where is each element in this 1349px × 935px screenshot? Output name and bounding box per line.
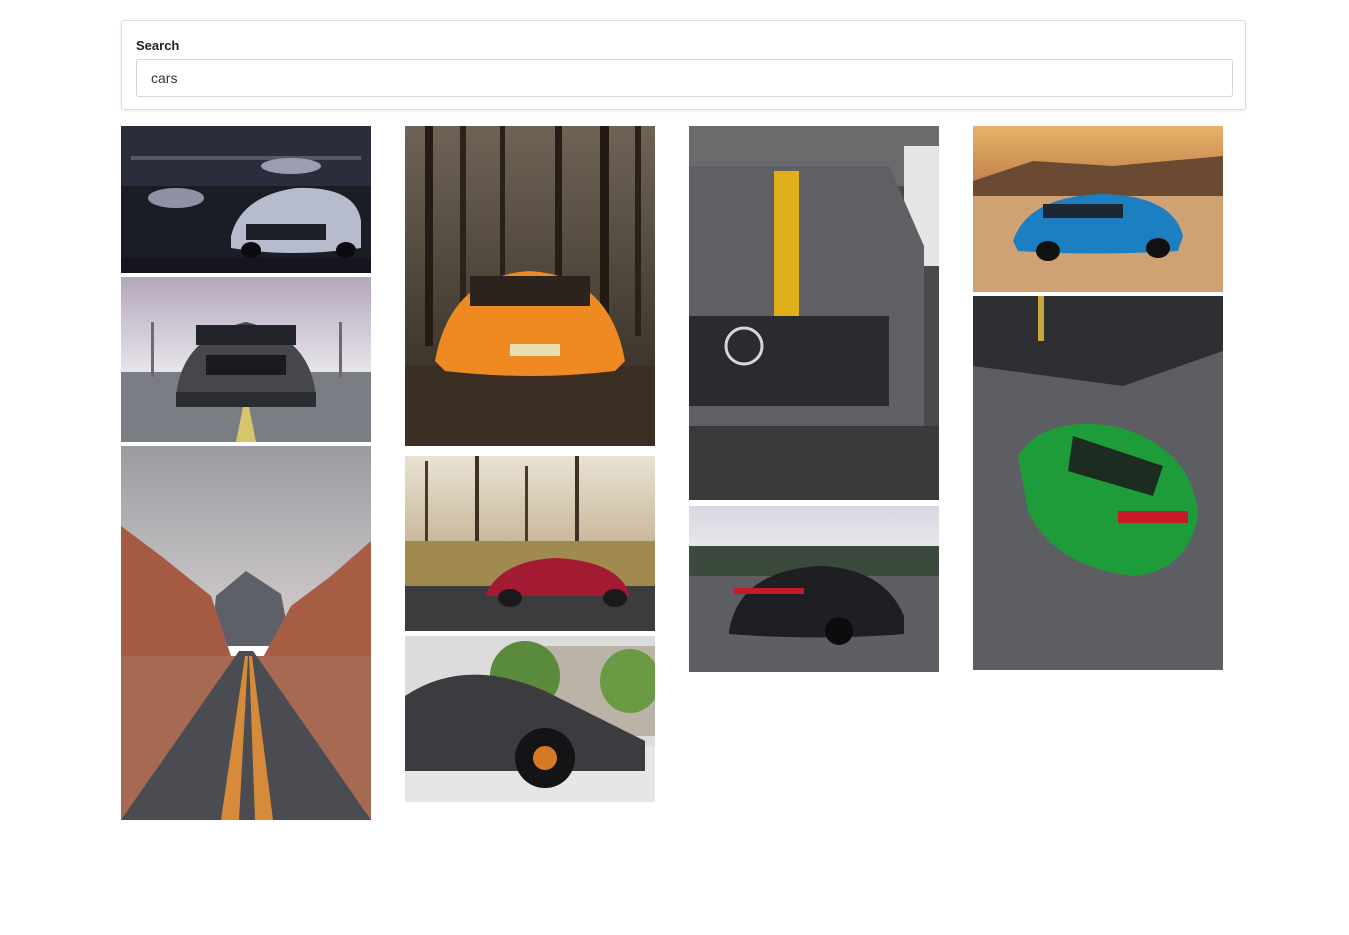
camaro-blue-desert-photo-icon	[973, 126, 1223, 292]
result-photo-camaro-blue-desert[interactable]	[973, 126, 1223, 292]
mustang-front-photo-icon	[121, 277, 371, 442]
result-photo-mercedes-grille[interactable]	[689, 126, 939, 500]
mercedes-amg-red-photo-icon	[405, 456, 655, 631]
lamborghini-forest-photo-icon	[405, 126, 655, 446]
result-photo-camaro-garage[interactable]	[121, 126, 371, 273]
result-photo-mustang-front[interactable]	[121, 277, 371, 442]
lamborghini-side-photo-icon	[405, 636, 655, 802]
search-label: Search	[136, 38, 180, 53]
porsche-panamera-photo-icon	[689, 506, 939, 672]
result-photo-porsche-panamera[interactable]	[689, 506, 939, 672]
mustang-green-top-photo-icon	[973, 296, 1223, 670]
search-input[interactable]	[136, 59, 1233, 97]
desert-road-photo-icon	[121, 446, 371, 820]
search-panel: Search	[121, 20, 1246, 110]
result-photo-desert-road[interactable]	[121, 446, 371, 820]
result-photo-lamborghini-side[interactable]	[405, 636, 655, 802]
result-photo-mercedes-amg-red[interactable]	[405, 456, 655, 631]
camaro-garage-photo-icon	[121, 126, 371, 273]
mercedes-grille-photo-icon	[689, 126, 939, 500]
result-photo-mustang-green-top[interactable]	[973, 296, 1223, 670]
result-photo-lamborghini-forest[interactable]	[405, 126, 655, 446]
